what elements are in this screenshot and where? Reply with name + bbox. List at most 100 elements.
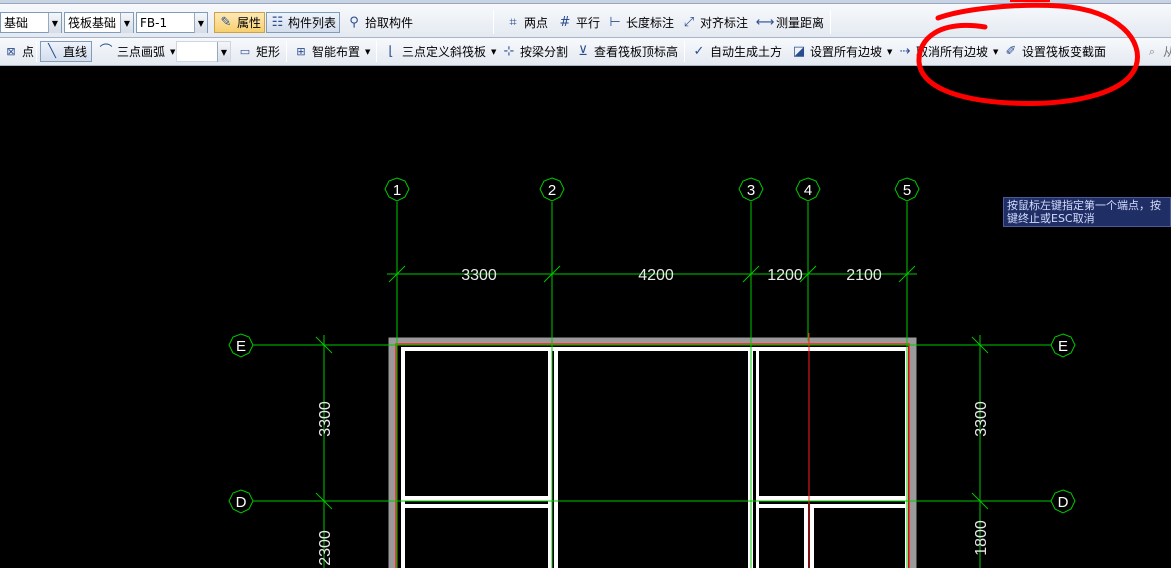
separator [1138, 41, 1139, 62]
beam-split-label: 按梁分割 [520, 45, 569, 59]
chevron-down-icon[interactable]: ▼ [194, 13, 207, 33]
slope-edge-icon: ◪ [792, 44, 806, 59]
arc-mode-combo[interactable]: ▼ [176, 41, 231, 62]
component-combo[interactable]: FB-1 ▼ [136, 12, 208, 33]
view-top-elevation-button[interactable]: ⊻ 查看筏板顶标高 [572, 41, 681, 62]
section-change-icon: ✐ [1005, 44, 1017, 59]
raft-outline[interactable] [395, 343, 910, 568]
chevron-down-icon[interactable]: ▼ [217, 42, 230, 62]
chevron-down-icon[interactable]: ▼ [993, 48, 998, 56]
dimension-text: 1800 [973, 520, 990, 556]
component-combo-value: FB-1 [140, 15, 168, 30]
wall[interactable] [548, 347, 552, 568]
wall[interactable] [804, 504, 808, 568]
slope-raft-label: 三点定义斜筏板 [402, 45, 487, 59]
parallel-button[interactable]: # 平行 [554, 12, 603, 33]
view-elevation-icon: ⊻ [578, 44, 588, 59]
point-button[interactable]: ⊠ 点 [0, 41, 37, 62]
measure-distance-button[interactable]: ⟷ 测量距离 [754, 12, 827, 33]
wall[interactable] [401, 347, 908, 351]
cancel-all-slopes-button[interactable]: ⇢ 取消所有边坡 ▼ [894, 41, 1001, 62]
component-list-label: 构件列表 [287, 16, 336, 30]
chevron-down-icon[interactable]: ▼ [120, 13, 133, 33]
separator [493, 10, 494, 34]
wall[interactable] [756, 347, 759, 568]
properties-button[interactable]: ✎ 属性 [214, 12, 265, 33]
two-points-icon: ⌗ [509, 15, 517, 30]
dimension-text: 3300 [317, 401, 334, 437]
checkmark-icon: ✓ [693, 44, 705, 59]
two-points-button[interactable]: ⌗ 两点 [502, 12, 551, 33]
length-dimension-button[interactable]: ⊢ 长度标注 [604, 12, 677, 33]
set-all-slopes-label: 设置所有边坡 [810, 45, 883, 59]
properties-icon: ✎ [220, 15, 232, 30]
tooltip-line-1: 按鼠标左键指定第一个端点，按 [1007, 199, 1161, 212]
wall[interactable] [756, 504, 806, 508]
set-section-change-button[interactable]: ✐ 设置筏板变截面 [1000, 41, 1109, 62]
slope-raft-button[interactable]: ⌊ 三点定义斜筏板 ▼ [380, 41, 499, 62]
wall[interactable] [812, 504, 908, 508]
wall[interactable] [810, 504, 814, 568]
separator [684, 41, 685, 62]
separator [286, 41, 287, 62]
align-dimension-label: 对齐标注 [700, 16, 749, 30]
auto-earthwork-label: 自动生成土方 [710, 45, 783, 59]
drawing-canvas[interactable]: 1 2 3 4 5 E E D D 3300 4200 1200 2100 33… [0, 66, 1171, 568]
arc-button[interactable]: ⌒ 三点画弧 ▼ [95, 41, 178, 62]
measure-icon: ⟷ [755, 15, 775, 30]
properties-label: 属性 [236, 16, 261, 30]
from-button[interactable]: ⌕ 从 [1141, 41, 1171, 62]
floor-combo[interactable]: 基础 ▼ [0, 12, 62, 33]
walls [401, 347, 908, 568]
chevron-down-icon[interactable]: ▼ [170, 48, 175, 56]
measure-distance-label: 测量距离 [776, 16, 825, 30]
smart-layout-icon: ⊞ [296, 45, 306, 58]
view-top-elevation-label: 查看筏板顶标高 [594, 45, 679, 59]
line-label: 直线 [63, 45, 88, 59]
smart-layout-button[interactable]: ⊞ 智能布置 ▼ [290, 41, 373, 62]
chevron-down-icon[interactable]: ▼ [365, 48, 370, 56]
wall[interactable] [401, 347, 405, 568]
dimension-text: 3300 [973, 401, 990, 437]
command-tooltip: 按鼠标左键指定第一个端点，按 键终止或ESC取消 [1003, 197, 1171, 227]
axis-label-2: 2 [548, 182, 556, 199]
axis-label-E-right: E [1058, 338, 1068, 355]
chevron-down-icon[interactable]: ▼ [48, 13, 61, 33]
chevron-down-icon[interactable]: ▼ [887, 48, 892, 56]
pick-component-button[interactable]: ⚲ 拾取构件 [343, 12, 417, 33]
auto-earthwork-button[interactable]: ✓ 自动生成土方 [688, 41, 785, 62]
toolbar-row-1: 基础 ▼ 筏板基础 ▼ FB-1 ▼ ✎ 属性 ☷ 构件列表 ⚲ 拾取构件 ⌗ … [0, 4, 1171, 38]
dimension-text: 1200 [767, 267, 803, 284]
chevron-down-icon[interactable]: ▼ [491, 48, 496, 56]
raft-slab-edge[interactable] [388, 337, 917, 568]
component-list-button[interactable]: ☷ 构件列表 [266, 12, 340, 33]
parallel-icon: # [559, 15, 571, 30]
beam-split-button[interactable]: ⊹ 按梁分割 [498, 41, 571, 62]
rectangle-button[interactable]: ▭ 矩形 [234, 41, 283, 62]
wall[interactable] [401, 504, 548, 508]
wall[interactable] [554, 347, 558, 568]
point-icon: ⊠ [6, 45, 16, 58]
separator [830, 10, 831, 34]
eyedropper-icon: ⚲ [349, 15, 359, 30]
type-combo[interactable]: 筏板基础 ▼ [64, 12, 134, 33]
slope-icon: ⌊ [388, 44, 394, 59]
axis-label-5: 5 [903, 182, 911, 199]
cad-drawing: 1 2 3 4 5 E E D D 3300 4200 1200 2100 33… [228, 177, 1076, 568]
set-all-slopes-button[interactable]: ◪ 设置所有边坡 ▼ [788, 41, 895, 62]
two-points-label: 两点 [524, 16, 549, 30]
axis-label-3: 3 [747, 182, 755, 199]
split-icon: ⊹ [503, 44, 515, 59]
dimension-text: 2100 [846, 267, 882, 284]
wall[interactable] [756, 496, 908, 501]
rectangle-label: 矩形 [256, 45, 281, 59]
separator [36, 41, 37, 62]
smart-layout-label: 智能布置 [312, 45, 361, 59]
line-button[interactable]: ╲ 直线 [40, 41, 92, 62]
align-dimension-button[interactable]: ⤢ 对齐标注 [678, 12, 751, 33]
align-dimension-icon: ⤢ [683, 15, 695, 30]
set-section-change-label: 设置筏板变截面 [1022, 45, 1107, 59]
axis-label-D-right: D [1058, 494, 1069, 511]
wall[interactable] [401, 496, 548, 501]
list-icon: ☷ [271, 15, 284, 30]
